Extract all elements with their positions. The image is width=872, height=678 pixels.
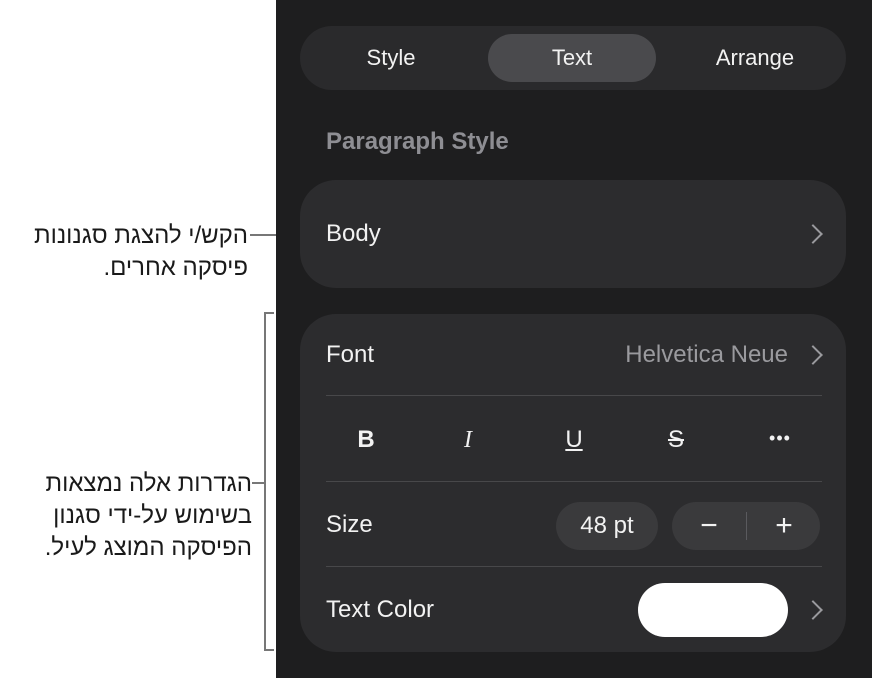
paragraph-style-card[interactable]: Body: [300, 180, 846, 288]
font-row[interactable]: Font Helvetica Neue: [300, 314, 846, 396]
paragraph-style-value: Body: [326, 220, 381, 247]
divider: [326, 395, 822, 396]
size-stepper: − +: [672, 502, 820, 550]
text-color-row[interactable]: Text Color: [300, 567, 846, 652]
strikethrough-button[interactable]: S: [646, 420, 706, 460]
underline-button[interactable]: U: [544, 420, 604, 460]
bold-button[interactable]: B: [336, 420, 396, 460]
chevron-right-icon: [803, 224, 823, 244]
callout-bracket-bottom: [264, 649, 274, 651]
size-row: Size 48 pt − +: [300, 482, 846, 568]
tab-arrange[interactable]: Arrange: [664, 26, 846, 90]
font-value: Helvetica Neue: [625, 341, 788, 368]
callout-bracket-top: [264, 312, 274, 314]
callout-paragraph-styles: הקש/י להצגת סגנונות פיסקה אחרים.: [34, 222, 248, 281]
tab-text[interactable]: Text: [488, 34, 656, 82]
callout-bracket-tick: [252, 482, 264, 484]
italic-button[interactable]: I: [438, 420, 498, 460]
paragraph-style-row[interactable]: Body: [300, 180, 846, 288]
decrease-size-button[interactable]: −: [672, 502, 746, 550]
size-label: Size: [326, 511, 373, 538]
callout-settings-note: הגדרות אלה נמצאות בשימוש על-ידי סגנון הפ…: [44, 470, 252, 561]
text-color-label: Text Color: [326, 595, 435, 623]
chevron-right-icon: [803, 345, 823, 365]
font-label: Font: [326, 341, 375, 368]
tab-style[interactable]: Style: [300, 26, 482, 90]
text-settings-card: Font Helvetica Neue B I U S ••• Size 48 …: [300, 314, 846, 652]
text-color-swatch[interactable]: [638, 583, 788, 637]
chevron-right-icon: [803, 599, 823, 620]
increase-size-button[interactable]: +: [747, 502, 821, 550]
size-value-field[interactable]: 48 pt: [556, 502, 658, 550]
more-options-button[interactable]: •••: [750, 418, 810, 458]
paragraph-style-heading: Paragraph Style: [326, 128, 509, 155]
format-tabs: Style Text Arrange: [300, 26, 846, 90]
callout-bracket: [264, 312, 266, 650]
